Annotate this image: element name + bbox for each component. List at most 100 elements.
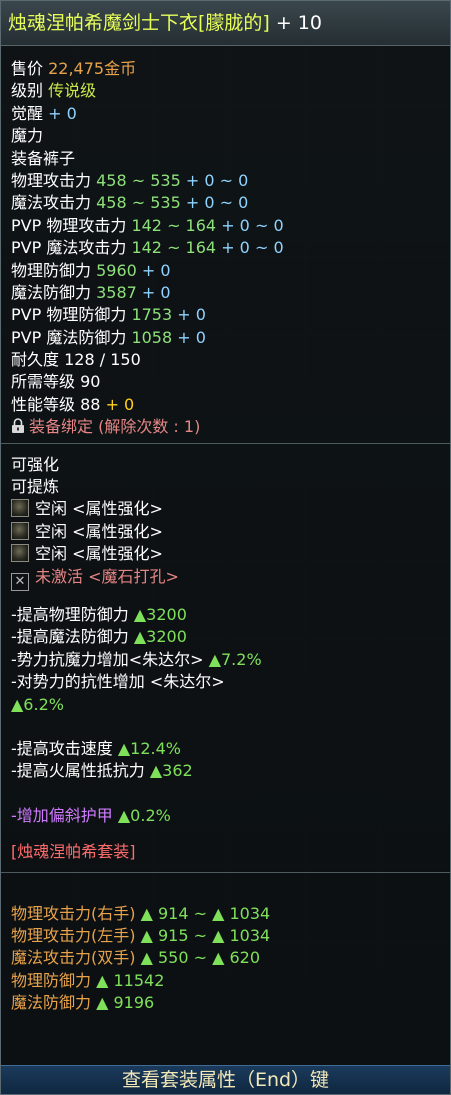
option-row: -势力抗魔力增加<朱达尔> ▲7.2% [11,649,440,671]
durability-label: 耐久度 [11,350,60,370]
durability-value: 128 / 150 [64,350,141,370]
awaken-value: + 0 [48,103,77,123]
option-row: -提高魔法防御力 ▲3200 [11,626,440,648]
grade-row: 级别 传说级 [11,80,440,102]
lock-icon [12,418,24,434]
grade-label: 级别 [11,81,44,101]
random-options: -提高物理防御力 ▲3200 -提高魔法防御力 ▲3200 -势力抗魔力增加<朱… [1,588,450,827]
set-name: [烛魂涅帕希套装] [11,842,136,862]
option-value: ▲3200 [133,604,187,624]
set-bonus-label: 魔法攻击力(双手) [11,948,136,968]
option-label: -提高攻击速度 [11,738,113,758]
mag-def-label: 魔法防御力 [11,282,92,302]
item-title-bar: 烛魂涅帕希魔剑士下衣[朦胧的] + 10 [1,1,450,46]
pvp-mag-atk-bonus: + 0 ~ 0 [221,238,284,258]
perf-level-bonus: + 0 [105,394,135,414]
mag-atk-value: 458 ~ 535 [96,193,181,213]
set-bonus-row: 魔法防御力 ▲ 9196 [11,992,440,1014]
option-label: -提高物理防御力 [11,604,129,624]
pvp-phys-def-value: 1753 [131,305,173,325]
item-enhance-level: + 10 [275,12,322,34]
pvp-mag-atk-label: PVP 魔法攻击力 [11,238,127,258]
slot-status: 空闲 [35,544,68,564]
mag-def-bonus: + 0 [141,282,171,302]
pvp-mag-def-value: 1058 [131,327,173,347]
set-bonus-value: ▲ 9196 [96,993,155,1013]
equip-row: 装备裤子 [11,148,440,170]
perf-level-label: 性能等级 [11,394,76,414]
pvp-mag-atk-value: 142 ~ 164 [131,238,217,258]
set-bonus-value: ▲ 11542 [96,970,165,990]
option-row: -增加偏斜护甲 ▲0.2% [11,805,440,827]
enhance-slot: 空闲 <属性强化> [11,543,440,565]
perf-level-row: 性能等级 88 + 0 [11,394,440,416]
pvp-phys-atk-value: 142 ~ 164 [131,215,217,235]
awaken-label: 觉醒 [11,103,44,123]
durability-row: 耐久度 128 / 150 [11,349,440,371]
enhance-slot: 空闲 <属性强化> [11,521,440,543]
inactive-type: <魔石打孔> [88,566,179,586]
option-value: ▲12.4% [117,738,182,758]
inactive-status: 未激活 [35,566,84,586]
slot-type: <属性强化> [72,544,163,564]
can-enhance: 可强化 [11,454,60,474]
slot-status: 空闲 [35,521,68,541]
enhance-slot: 空闲 <属性强化> [11,498,440,520]
option-label: -势力抗魔力增加<朱达尔> [11,649,204,669]
inactive-slot: ✕ 未激活 <魔石打孔> [11,566,440,591]
set-bonus: 物理攻击力(右手) ▲ 914 ~ ▲ 1034 物理攻击力(左手) ▲ 915… [1,873,450,1015]
option-value: ▲362 [149,761,193,781]
mag-def-value: 3587 [96,282,137,302]
pvp-phys-atk-bonus: + 0 ~ 0 [221,215,284,235]
set-bonus-label: 物理防御力 [11,970,92,990]
req-level-row: 所需等级 90 [11,371,440,393]
inactive-slot-icon: ✕ [11,572,29,591]
phys-atk-value: 458 ~ 535 [96,170,181,190]
can-refine: 可提炼 [11,477,60,497]
magic-row: 魔力 [11,125,440,147]
req-level-value: 90 [80,372,101,392]
set-bonus-row: 物理防御力 ▲ 11542 [11,970,440,992]
pvp-phys-def-row: PVP 物理防御力 1753 + 0 [11,304,440,326]
phys-atk-row: 物理攻击力 458 ~ 535 + 0 ~ 0 [11,170,440,192]
enhance-section: 可强化 可提炼 空闲 <属性强化> 空闲 <属性强化> 空闲 <属性强化> ✕ 未… [1,444,450,591]
phys-def-value: 5960 [96,260,137,280]
phys-def-row: 物理防御力 5960 + 0 [11,260,440,282]
option-value: ▲3200 [133,627,187,647]
pvp-phys-def-bonus: + 0 [177,305,206,325]
option-value: ▲0.2% [117,805,171,825]
gem-slot-icon [11,499,29,518]
option-value: ▲6.2% [11,694,64,714]
phys-def-label: 物理防御力 [11,260,92,280]
view-set-attributes-hint: 查看套装属性（End）键 [1,1065,450,1094]
phys-atk-bonus: + 0 ~ 0 [185,170,249,190]
option-row: -提高火属性抵抗力 ▲362 [11,760,440,782]
mag-atk-bonus: + 0 ~ 0 [185,193,249,213]
pvp-phys-atk-label: PVP 物理攻击力 [11,215,127,235]
pvp-mag-def-label: PVP 魔法防御力 [11,327,127,347]
bind-row: 装备绑定 (解除次数 : 1) [11,416,440,438]
slot-type: <属性强化> [72,499,163,519]
option-row: -提高物理防御力 ▲3200 [11,604,440,626]
option-label: -对势力的抗性增加 <朱达尔> [11,672,225,692]
set-bonus-row: 物理攻击力(右手) ▲ 914 ~ ▲ 1034 [11,903,440,925]
magic-label: 魔力 [11,126,44,146]
mag-def-row: 魔法防御力 3587 + 0 [11,282,440,304]
phys-def-bonus: + 0 [141,260,171,280]
gem-slot-icon [11,521,29,540]
slot-type: <属性强化> [72,521,163,541]
set-bonus-label: 物理攻击力(右手) [11,903,136,923]
price-label: 售价 [11,59,44,78]
option-label: -增加偏斜护甲 [11,805,113,825]
item-tooltip: 烛魂涅帕希魔剑士下衣[朦胧的] + 10 售价 22,475金币 级别 传说级 觉… [0,0,451,1095]
pvp-mag-atk-row: PVP 魔法攻击力 142 ~ 164 + 0 ~ 0 [11,237,440,259]
bind-text: 装备绑定 (解除次数 : 1) [29,417,201,437]
option-label: -提高魔法防御力 [11,627,129,647]
set-bonus-value: ▲ 550 ~ ▲ 620 [140,948,261,968]
option-label: -提高火属性抵抗力 [11,761,145,781]
equip-value: 裤子 [43,148,76,168]
pvp-mag-def-bonus: + 0 [177,327,206,347]
option-row: -对势力的抗性增加 <朱达尔> [11,671,440,693]
